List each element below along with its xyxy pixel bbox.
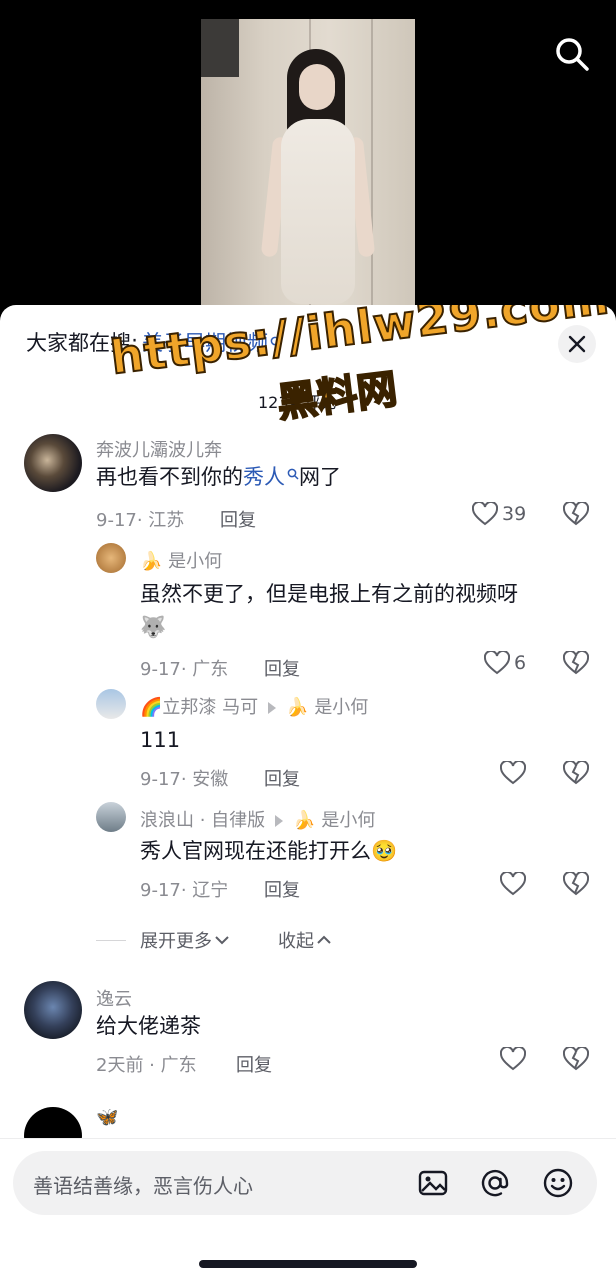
comment-meta: 9-17· 辽宁	[140, 880, 229, 901]
comment-sheet: 大家都在搜: 美子早期视频 123条评论 奔波儿灞波儿奔 再也看不到你的秀人 网了…	[0, 305, 616, 1280]
heart-icon	[472, 502, 498, 526]
mini-search-icon	[287, 468, 299, 480]
dislike-button[interactable]	[562, 870, 590, 900]
username-text: 浪浪山 · 自律版	[140, 810, 266, 831]
reply-to-name: 是小何	[314, 697, 369, 718]
comment-text: 秀人官网现在还能打开么🥹	[140, 836, 397, 868]
reply-arrow-icon	[268, 702, 277, 714]
broken-heart-icon	[562, 1045, 590, 1071]
comment-meta: 2天前 · 广东	[96, 1055, 197, 1076]
username[interactable]: 🦋	[96, 1107, 118, 1128]
comment-input-placeholder: 善语结善缘，恶言伤人心	[33, 1174, 253, 1198]
hot-search-term[interactable]: 美子早期视频	[142, 327, 268, 357]
banana-emoji: 🍌	[286, 697, 309, 718]
avatar[interactable]	[96, 689, 126, 719]
reply-to-name: 是小何	[321, 810, 376, 831]
expand-more-button[interactable]: 展开更多	[140, 927, 230, 953]
collapse-label: 收起	[278, 931, 314, 952]
like-button[interactable]: 6	[484, 651, 526, 675]
search-link-term[interactable]: 秀人	[243, 465, 285, 489]
heart-icon	[484, 651, 510, 675]
reply-button[interactable]: 回复	[236, 1051, 272, 1077]
image-icon[interactable]	[415, 1165, 451, 1201]
comment-text: 再也看不到你的秀人 网了	[96, 462, 341, 494]
banana-emoji: 🍌	[293, 810, 316, 831]
username-text: 是小何	[168, 551, 223, 572]
comment-meta: 9-17· 江苏	[96, 510, 185, 531]
close-button[interactable]	[558, 325, 596, 363]
comment-text-after: 网了	[299, 465, 341, 489]
heart-icon	[500, 1047, 526, 1071]
thread-controls: 展开更多 收起	[96, 927, 332, 953]
husky-emoji: 🐺	[140, 615, 167, 639]
username-text: 立邦漆 马可	[162, 697, 259, 718]
broken-heart-icon	[562, 500, 590, 526]
home-indicator[interactable]	[199, 1260, 417, 1268]
butterfly-emoji: 🦋	[96, 1107, 119, 1128]
like-count: 39	[502, 503, 527, 525]
dislike-button[interactable]	[562, 500, 590, 530]
reply-button[interactable]: 回复	[264, 765, 300, 791]
username[interactable]: 🌈立邦漆 马可 🍌 是小何	[140, 693, 368, 719]
pleading-face-emoji: 🥹	[371, 839, 398, 863]
dislike-button[interactable]	[562, 759, 590, 789]
comment-meta: 9-17· 安徽	[140, 769, 229, 790]
like-count: 6	[514, 652, 527, 674]
divider	[96, 939, 126, 941]
broken-heart-icon	[562, 759, 590, 785]
username[interactable]: 浪浪山 · 自律版 🍌 是小何	[140, 806, 375, 832]
broken-heart-icon	[562, 649, 590, 675]
rainbow-emoji: 🌈	[140, 697, 163, 718]
emoji-icon[interactable]	[540, 1165, 576, 1201]
expand-more-label: 展开更多	[140, 931, 212, 952]
hot-search[interactable]: 大家都在搜: 美子早期视频	[26, 327, 282, 357]
reply-arrow-icon	[275, 815, 284, 827]
comment-count: 123条评论	[258, 393, 337, 412]
comment-text: 虽然不更了，但是电报上有之前的视频呀	[140, 582, 518, 606]
figure-dress	[281, 119, 355, 304]
comment-text: 111	[140, 728, 181, 752]
hot-search-label: 大家都在搜:	[26, 331, 139, 355]
like-button[interactable]	[500, 761, 526, 785]
username[interactable]: 逸云	[96, 985, 132, 1011]
like-button[interactable]	[500, 872, 526, 896]
door-edge	[371, 19, 373, 319]
close-icon	[568, 335, 586, 353]
like-button[interactable]: 39	[472, 502, 526, 526]
heart-icon	[500, 761, 526, 785]
avatar[interactable]	[96, 543, 126, 573]
broken-heart-icon	[562, 870, 590, 896]
reply-button[interactable]: 回复	[264, 655, 300, 681]
at-icon[interactable]	[477, 1165, 513, 1201]
avatar[interactable]	[24, 434, 82, 492]
collapse-button[interactable]: 收起	[278, 927, 332, 953]
chevron-down-icon	[215, 936, 229, 945]
comment-text-before: 再也看不到你的	[96, 465, 243, 489]
chevron-up-icon	[317, 935, 331, 944]
comment-input[interactable]: 善语结善缘，恶言伤人心	[13, 1151, 597, 1215]
avatar[interactable]	[24, 981, 82, 1039]
reply-button[interactable]: 回复	[220, 506, 256, 532]
mini-search-icon	[270, 336, 282, 348]
dislike-button[interactable]	[562, 1045, 590, 1075]
dislike-button[interactable]	[562, 649, 590, 679]
username[interactable]: 🍌 是小何	[140, 547, 222, 573]
comment-input-bar: 善语结善缘，恶言伤人心	[0, 1138, 616, 1280]
banana-emoji: 🍌	[140, 551, 163, 572]
like-button[interactable]	[500, 1047, 526, 1071]
video-thumbnail[interactable]	[201, 19, 415, 319]
username[interactable]: 奔波儿灞波儿奔	[96, 436, 222, 462]
figure-face	[299, 64, 335, 110]
reply-button[interactable]: 回复	[264, 876, 300, 902]
door-panel	[201, 19, 239, 77]
avatar[interactable]	[96, 802, 126, 832]
heart-icon	[500, 872, 526, 896]
comment-text: 给大佬递茶	[96, 1014, 201, 1038]
search-icon[interactable]	[552, 34, 592, 74]
video-area[interactable]	[0, 0, 616, 320]
comment-meta: 9-17· 广东	[140, 659, 229, 680]
comment-text-body: 秀人官网现在还能打开么	[140, 839, 371, 863]
